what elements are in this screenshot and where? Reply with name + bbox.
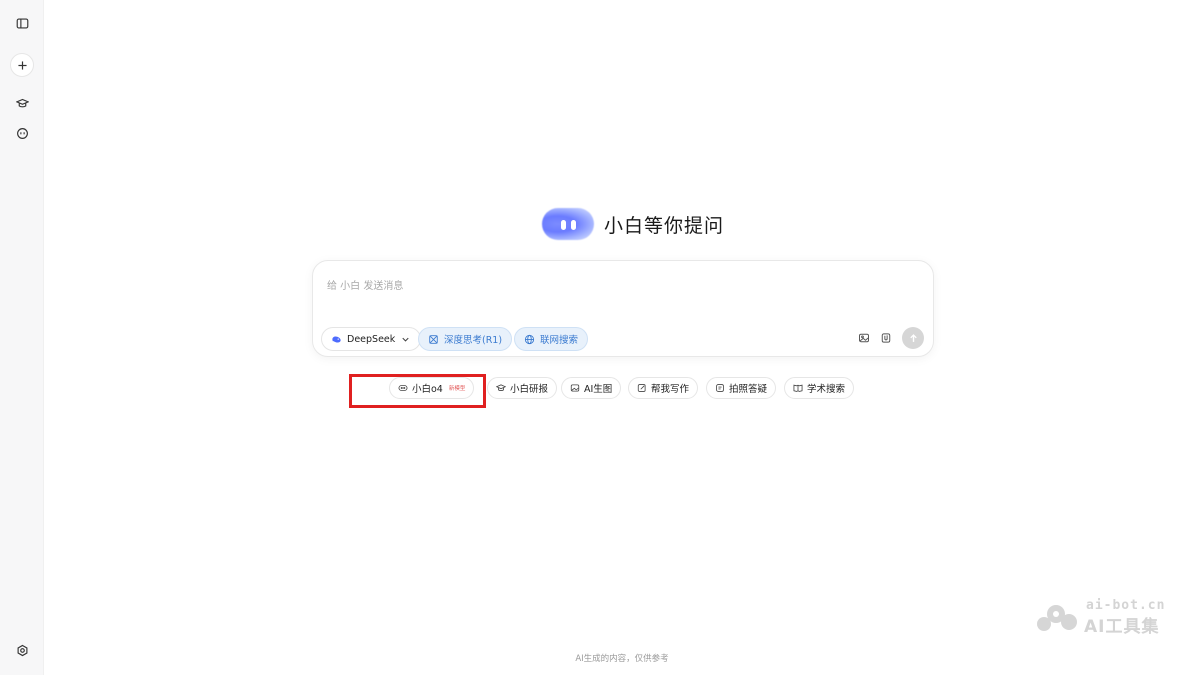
graduation-cap-icon — [496, 384, 506, 391]
quick-action-academic-search[interactable]: 学术搜索 — [784, 377, 855, 399]
globe-icon — [524, 334, 535, 344]
app: 小白等你提问 给 小白 发送消息 DeepSeek 深度思考(R1) 联网搜索 — [0, 0, 1200, 675]
quick-action-label: 学术搜索 — [807, 384, 846, 395]
quick-action-label: 帮我写作 — [651, 384, 690, 395]
assistant-logo — [542, 208, 594, 240]
deep-think-label: 深度思考(R1) — [444, 335, 503, 346]
model-selector[interactable]: DeepSeek — [321, 327, 422, 351]
quick-action-label: 拍照答疑 — [729, 384, 768, 395]
watermark: ai-bot.cn AI工具集 — [1036, 598, 1176, 637]
sidebar — [0, 0, 44, 675]
web-search-label: 联网搜索 — [540, 335, 579, 346]
new-chat-button[interactable] — [10, 53, 34, 77]
watermark-brand: AI工具集 — [1084, 617, 1160, 637]
attachment-icon — [881, 333, 891, 343]
sidebar-toggle-button[interactable] — [10, 11, 34, 35]
model-label: DeepSeek — [347, 333, 396, 345]
quick-action-research-report[interactable]: 小白研报 — [487, 377, 558, 399]
whale-logo-icon — [332, 336, 341, 343]
chat-input-card: 给 小白 发送消息 DeepSeek 深度思考(R1) 联网搜索 — [312, 260, 934, 357]
quick-action-writing[interactable]: 帮我写作 — [628, 377, 699, 399]
message-input[interactable]: 给 小白 发送消息 — [327, 277, 403, 292]
plus-icon — [17, 60, 27, 70]
logo-eye-left — [561, 220, 566, 230]
academic-button[interactable] — [10, 91, 34, 115]
graduation-cap-icon — [15, 98, 29, 107]
logo-blob — [542, 208, 594, 240]
send-button[interactable] — [902, 327, 924, 349]
quick-action-ai-image[interactable]: AI生图 — [561, 377, 622, 399]
edit-icon — [637, 384, 646, 392]
hero: 小白等你提问 — [542, 206, 724, 242]
bot-face-icon — [16, 127, 28, 139]
image-icon — [859, 333, 869, 343]
paw-logo-icon — [1037, 605, 1077, 631]
web-search-toggle[interactable]: 联网搜索 — [514, 327, 589, 351]
watermark-domain: ai-bot.cn — [1086, 598, 1166, 613]
sidebar-panel-icon — [16, 17, 28, 29]
disclaimer-text: AI生成的内容，仅供参考 — [575, 654, 669, 664]
book-icon — [793, 384, 803, 392]
quick-action-label: 小白研报 — [510, 384, 549, 395]
image-upload-button[interactable] — [857, 331, 871, 345]
page-title: 小白等你提问 — [604, 214, 725, 237]
logo-eye-right — [571, 220, 576, 230]
note-icon — [716, 384, 724, 392]
deep-think-toggle[interactable]: 深度思考(R1) — [418, 327, 513, 351]
annotation-highlight-box — [349, 374, 486, 408]
agent-button[interactable] — [10, 121, 34, 145]
arrow-up-icon — [909, 333, 917, 342]
attachment-button[interactable] — [879, 331, 893, 345]
image-icon — [570, 384, 580, 392]
atom-icon — [429, 334, 438, 344]
quick-action-photo-qa[interactable]: 拍照答疑 — [706, 377, 777, 399]
quick-action-label: AI生图 — [584, 384, 613, 395]
chevron-down-icon — [402, 337, 409, 342]
